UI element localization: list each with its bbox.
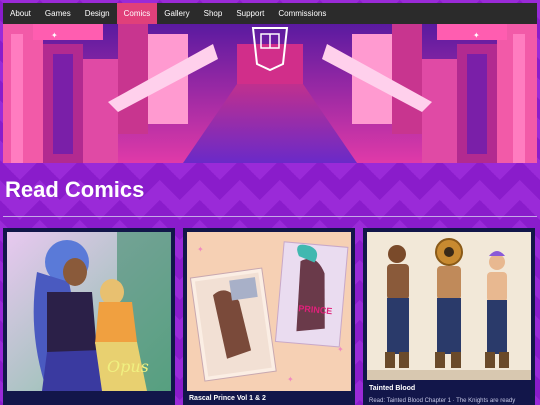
nav-item-games[interactable]: Games [38,3,78,24]
nav-item-support[interactable]: Support [229,3,271,24]
hero-cityscape-illustration: ✦ ✦ [3,24,537,163]
svg-text:✦: ✦ [51,31,58,40]
comic-description: Read: Tainted Blood Chapter 1 · The Knig… [369,398,516,404]
svg-text:✦: ✦ [473,31,480,40]
comic-title: Rascal Prince Vol 1 & 2 [189,395,266,402]
svg-text:Opus: Opus [107,357,149,376]
nav-item-comics[interactable]: Comics [116,3,158,24]
nav-item-about[interactable]: About [3,3,38,24]
nav-item-design[interactable]: Design [78,3,117,24]
svg-text:✦: ✦ [287,375,294,384]
hero-banner: ✦ ✦ [3,24,537,163]
nav-item-shop[interactable]: Shop [197,3,230,24]
comic-card-2[interactable]: ✦ ✦ ✦ ✦ ✦ PRINCE Rascal Prince Vol 1 & 2 [183,228,355,405]
svg-text:✦: ✦ [197,245,204,254]
comic-cover-image [367,232,531,391]
top-nav: About Games Design Comics Gallery Shop S… [3,3,537,24]
nav-item-gallery[interactable]: Gallery [157,3,196,24]
nav-item-commissions[interactable]: Commissions [271,3,333,24]
comic-cover-image: Opus [7,232,171,391]
comic-card-1[interactable]: Opus [3,228,175,405]
comic-title: Tainted Blood [369,385,416,392]
comic-cover-image: ✦ ✦ ✦ ✦ ✦ PRINCE [187,232,351,391]
comic-card-3[interactable]: Tainted Blood Read: Tainted Blood Chapte… [363,228,535,405]
page-title: Read Comics [5,177,145,202]
title-divider [3,216,537,217]
